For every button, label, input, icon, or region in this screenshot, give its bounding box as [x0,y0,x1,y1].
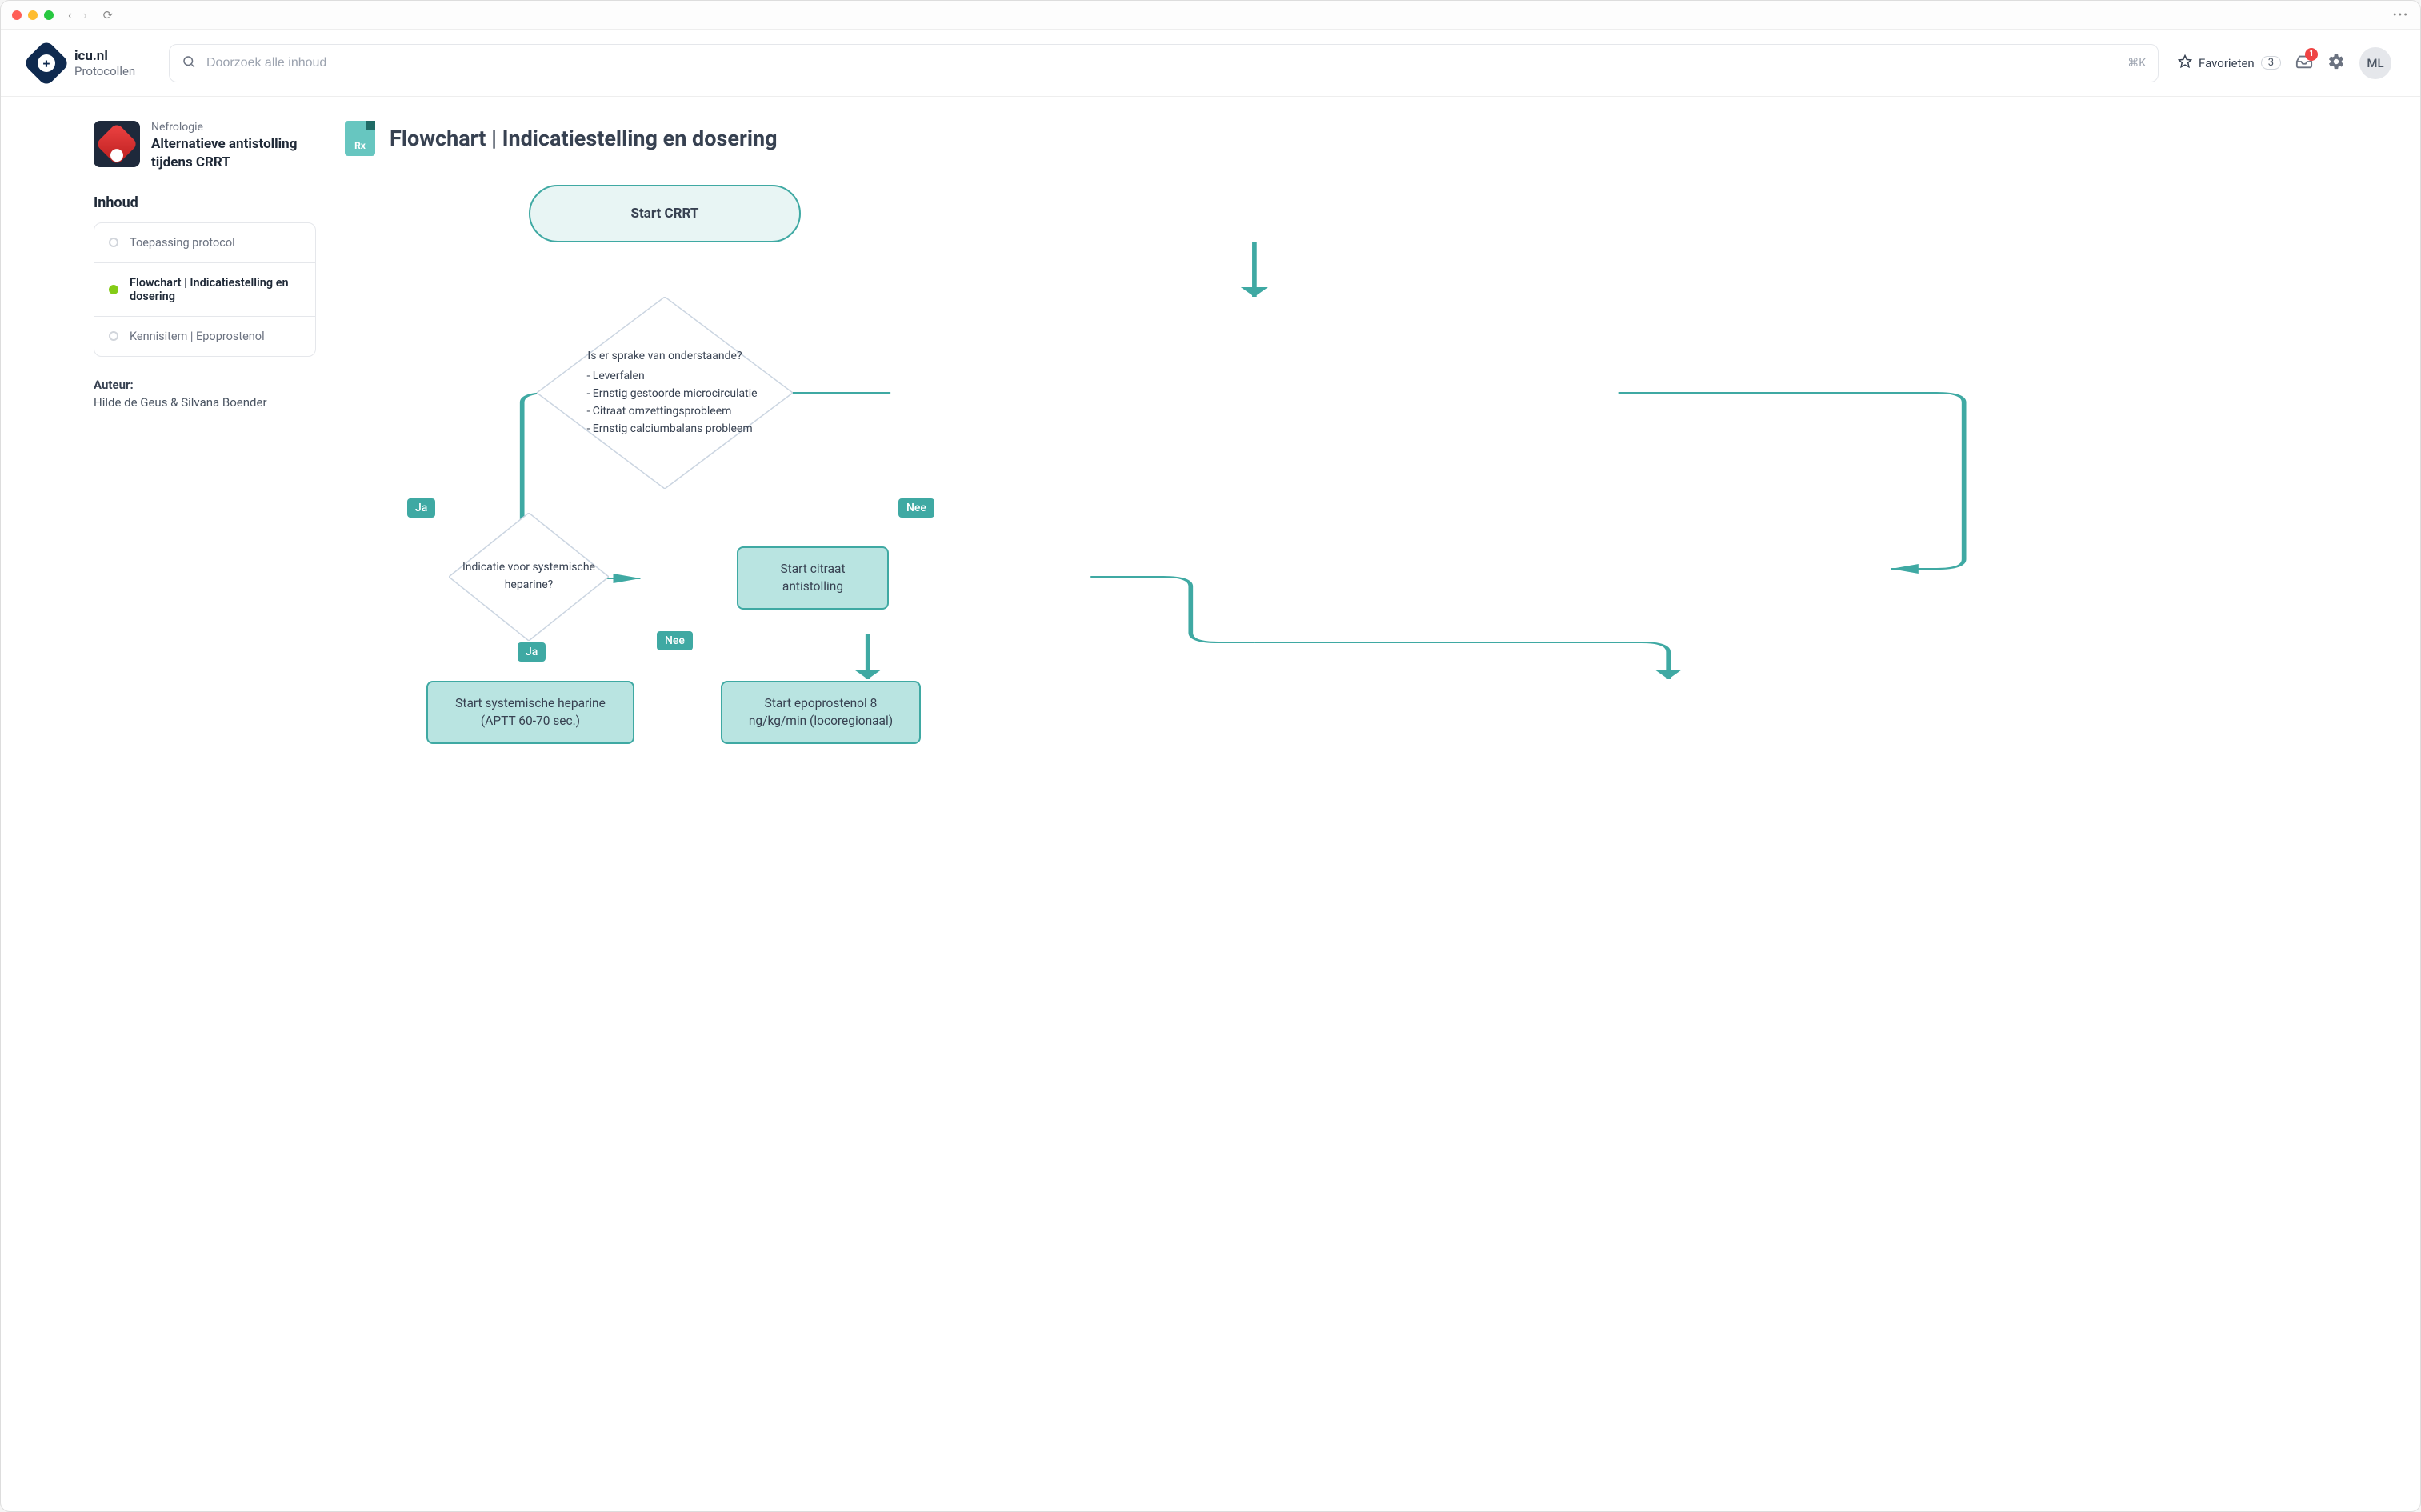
browser-chrome: ‹ › ⟳ ••• [1,1,2420,30]
protocol-header: Nefrologie Alternatieve antistolling tij… [94,121,316,172]
app-section: Protocollen [74,64,135,78]
favorites-button[interactable]: Favorieten 3 [2178,54,2281,72]
toc-item[interactable]: Toepassing protocol [94,223,315,263]
window-close-button[interactable] [12,10,22,20]
logo-block[interactable]: + icu.nl Protocollen [30,46,150,80]
inbox-button[interactable]: 1 [2295,53,2313,74]
author-label: Auteur: [94,378,316,392]
contents-heading: Inhoud [94,194,316,211]
toc-item[interactable]: Flowchart | Indicatiestelling en doserin… [94,263,315,317]
protocol-title: Alternatieve antistolling tijdens CRRT [151,135,316,172]
settings-button[interactable] [2327,53,2345,74]
flowchart-start-node: Start CRRT [529,185,801,242]
traffic-lights [12,10,54,20]
back-button[interactable]: ‹ [68,7,72,22]
decision1-question: Is er sprake van onderstaande? [572,348,757,366]
window-maximize-button[interactable] [44,10,54,20]
flowchart-label-yes-1: Ja [407,498,435,518]
inbox-badge: 1 [2305,48,2318,61]
protocol-category: Nefrologie [151,121,316,134]
toc-item-label: Toepassing protocol [130,236,235,250]
decision-item: Ernstig calciumbalans probleem [586,421,757,438]
toc-item[interactable]: Kennisitem | Epoprostenol [94,317,315,356]
app-name: icu.nl [74,48,135,64]
flowchart: Start CRRT Is er sprake van onderstaande… [345,185,2391,745]
bullet-icon [109,238,118,247]
avatar-button[interactable]: ML [2359,47,2391,79]
forward-button[interactable]: › [83,7,87,22]
flowchart-action-citraat: Start citraat antistolling [737,546,889,610]
flowchart-label-yes-2: Ja [518,642,546,662]
browser-menu-button[interactable]: ••• [2393,9,2409,22]
toc-item-label: Flowchart | Indicatiestelling en doserin… [130,276,301,303]
flowchart-decision-heparine: Indicatie voor systemische heparine? [449,513,609,641]
prescription-icon: Rx [345,121,375,156]
bullet-icon [109,331,118,341]
content: Rx Flowchart | Indicatiestelling en dose… [345,97,2420,1511]
content-header: Rx Flowchart | Indicatiestelling en dose… [345,121,2391,156]
favorites-count: 3 [2261,56,2281,70]
content-title: Flowchart | Indicatiestelling en doserin… [390,126,778,151]
search-input[interactable] [169,44,2159,82]
logo-icon: + [22,39,70,86]
flowchart-decision-conditions: Is er sprake van onderstaande? Leverfale… [537,297,793,489]
search-icon [182,54,196,72]
sidebar: Nefrologie Alternatieve antistolling tij… [1,97,345,1511]
table-of-contents: Toepassing protocol Flowchart | Indicatie… [94,222,316,357]
search-wrap: ⌘K [169,44,2159,82]
app-header: + icu.nl Protocollen ⌘K Favorieten 3 [1,30,2420,97]
search-shortcut: ⌘K [2127,57,2146,70]
decision-item: Leverfalen [586,368,757,386]
decision-item: Ernstig gestoorde microcirculatie [586,386,757,403]
flowchart-label-no-2: Nee [657,631,693,650]
decision-item: Citraat omzettingsprobleem [586,403,757,421]
favorites-label: Favorieten [2199,56,2255,70]
toc-item-label: Kennisitem | Epoprostenol [130,330,265,343]
star-icon [2178,54,2192,72]
window-minimize-button[interactable] [28,10,38,20]
flowchart-action-epoprostenol: Start epoprostenol 8 ng/kg/min (locoregi… [721,681,921,744]
flowchart-label-no-1: Nee [898,498,934,518]
protocol-thumbnail [94,121,140,167]
bullet-icon [109,285,118,294]
flowchart-action-heparine: Start systemische heparine (APTT 60-70 s… [426,681,634,744]
author-value: Hilde de Geus & Silvana Boender [94,395,316,410]
reload-button[interactable]: ⟳ [103,8,114,22]
